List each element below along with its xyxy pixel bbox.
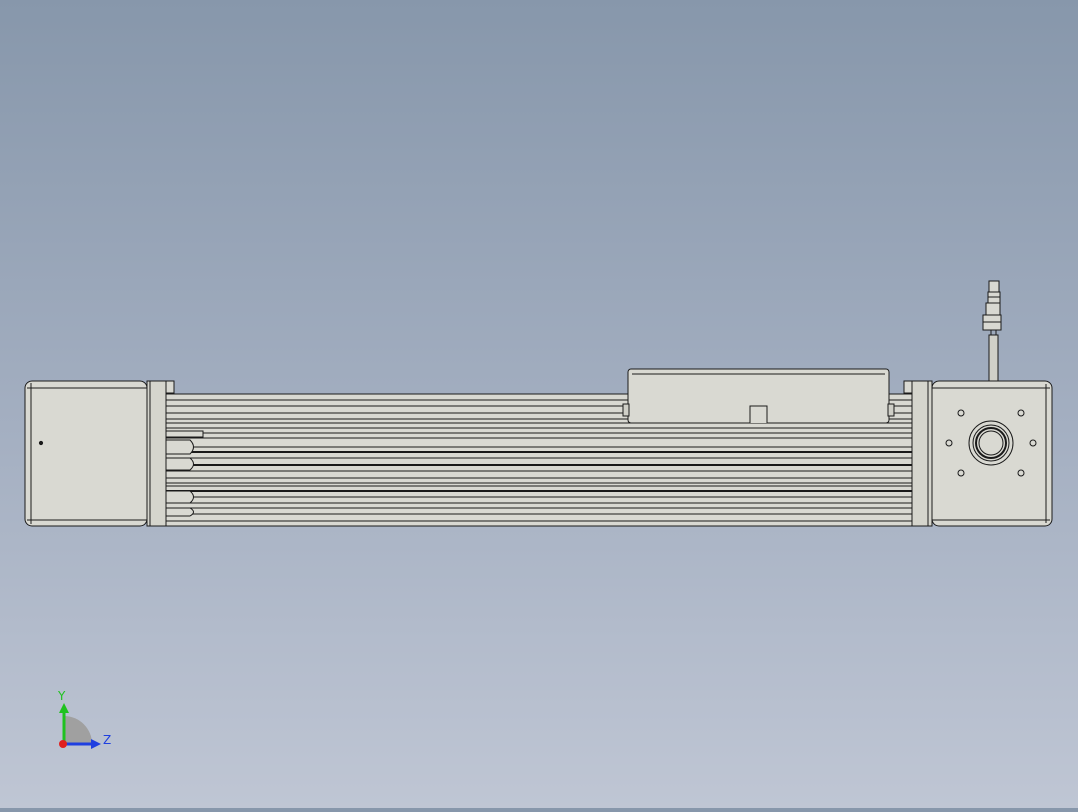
triad-quadrant: [64, 716, 92, 744]
left-end-cap[interactable]: [24, 380, 175, 527]
triad-z-label: Z: [103, 733, 111, 747]
y-axis-arrow: [59, 703, 69, 713]
triad-y-label: Y: [57, 689, 66, 703]
z-axis-arrow: [91, 739, 101, 749]
carriage-slider[interactable]: [622, 368, 895, 424]
orientation-triad: Y Z: [57, 689, 111, 749]
cad-viewport[interactable]: Y Z: [0, 0, 1078, 808]
x-axis-dot: [59, 740, 67, 748]
right-end-cap[interactable]: [903, 380, 1053, 527]
linear-actuator-drawing: Y Z: [24, 280, 1053, 749]
cable-connector[interactable]: [982, 280, 1002, 382]
bearing-shaft: [968, 420, 1014, 466]
